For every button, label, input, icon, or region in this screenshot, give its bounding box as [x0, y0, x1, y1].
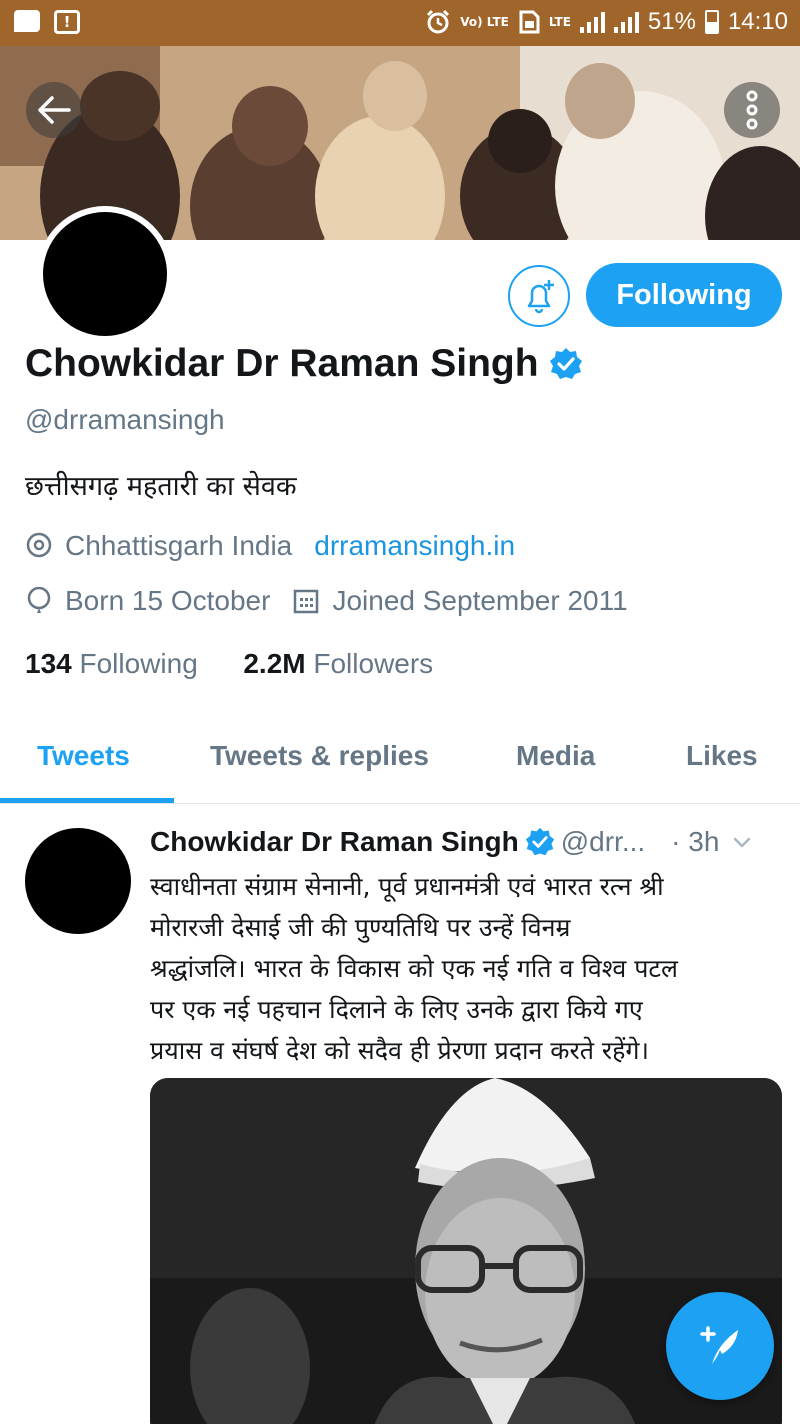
tweet-verified-badge-icon — [525, 827, 554, 856]
compose-tweet-button[interactable] — [666, 1292, 774, 1400]
compose-feather-plus-icon — [700, 1326, 738, 1364]
arrow-left-icon — [38, 96, 71, 124]
signal-strength-icon — [579, 11, 605, 33]
profile-avatar[interactable] — [37, 206, 173, 342]
battery-percent: 51% — [647, 8, 696, 35]
balloon-icon — [27, 587, 51, 613]
profile-stats: 134 Following 2.2M Followers — [25, 648, 433, 680]
following-button[interactable]: Following — [586, 263, 782, 327]
profile-location-row: Chhattisgarh India drramansingh.in — [25, 530, 515, 562]
notifications-button[interactable] — [508, 265, 570, 327]
tweet-text: स्वाधीनता संग्राम सेनानी, पूर्व प्रधानमं… — [150, 866, 790, 1071]
following-count: 134 — [25, 648, 72, 679]
status-bar: ! Vo) LTE LTE 51% 14:10 — [0, 0, 800, 46]
profile-name: Chowkidar Dr Raman Singh — [25, 342, 583, 386]
tab-likes[interactable]: Likes — [686, 740, 758, 772]
followers-stat[interactable]: 2.2M Followers — [243, 648, 433, 679]
tweet-text-line: पर एक नई पहचान दिलाने के लिए उनके द्वारा… — [150, 995, 643, 1024]
following-stat[interactable]: 134 Following — [25, 648, 198, 679]
clock: 14:10 — [727, 8, 788, 35]
profile-handle: @drramansingh — [25, 404, 225, 435]
battery-icon — [704, 10, 719, 34]
tweet-header: Chowkidar Dr Raman Singh @drr... · 3h — [150, 826, 753, 858]
tweet-text-line: श्रद्धांजलि। भारत के विकास को एक नई गति … — [150, 954, 678, 983]
following-label: Following — [79, 648, 198, 679]
profile-bio: छत्तीसगढ़ महतारी का सेवक — [25, 471, 297, 502]
active-tab-indicator — [0, 798, 174, 803]
tab-tweets-replies[interactable]: Tweets & replies — [210, 740, 429, 772]
lte-indicator: LTE — [548, 15, 571, 29]
verified-badge-icon — [549, 348, 582, 379]
profile-joined: Joined September 2011 — [332, 585, 628, 616]
profile-dates-row: Born 15 October Joined September 2011 — [25, 585, 628, 617]
profile-location: Chhattisgarh India — [65, 530, 293, 561]
back-button[interactable] — [26, 82, 82, 138]
tab-tweets[interactable]: Tweets — [37, 740, 130, 772]
alert-notification-icon: ! — [54, 10, 80, 34]
message-notification-icon — [14, 10, 40, 32]
signal-strength-2-icon — [613, 11, 639, 33]
tweet-timestamp[interactable]: · 3h — [671, 826, 719, 858]
more-vertical-icon — [746, 90, 758, 130]
tab-media[interactable]: Media — [516, 740, 595, 772]
volte-indicator: Vo) LTE — [460, 15, 509, 29]
tweet-author-name[interactable]: Chowkidar Dr Raman Singh — [150, 826, 519, 858]
tweet-avatar[interactable] — [25, 828, 131, 934]
profile-birthday: Born 15 October — [65, 585, 271, 616]
tweet-text-line: स्वाधीनता संग्राम सेनानी, पूर्व प्रधानमं… — [150, 872, 664, 901]
followers-count: 2.2M — [243, 648, 306, 679]
alarm-icon — [427, 9, 450, 34]
profile-tabs: Tweets Tweets & replies Media Likes — [0, 722, 800, 804]
calendar-icon — [294, 589, 319, 614]
followers-label: Followers — [313, 648, 434, 679]
bell-plus-icon — [527, 280, 554, 314]
tweet-author-handle: @drr... — [560, 826, 646, 857]
profile-website-link[interactable]: drramansingh.in — [314, 530, 515, 562]
tweet-text-line: प्रयास व संघर्ष देश को सदैव ही प्रेरणा प… — [150, 1036, 649, 1065]
location-pin-icon — [26, 532, 52, 558]
chevron-down-icon[interactable] — [731, 831, 753, 853]
profile-name-text: Chowkidar Dr Raman Singh — [25, 342, 539, 385]
tweet-text-line: मोरारजी देसाई जी की पुण्यतिथि पर उन्हें … — [150, 913, 571, 942]
sim-icon — [519, 10, 540, 34]
more-options-button[interactable] — [724, 82, 780, 138]
